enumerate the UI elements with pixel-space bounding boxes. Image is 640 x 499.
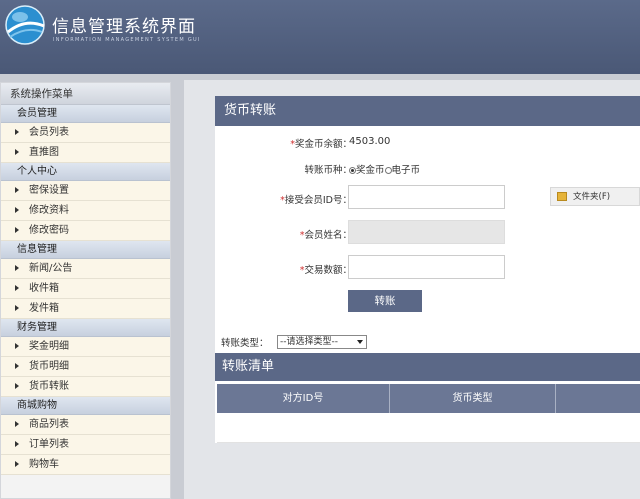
arrow-right-icon (15, 207, 19, 213)
amount-label: 交易数额： (304, 265, 352, 276)
arrow-right-icon (15, 265, 19, 271)
radio-e-coin[interactable] (384, 167, 392, 174)
panel-title: 货币转账 (215, 96, 640, 126)
app-subtitle: INFORMATION MANAGEMENT SYSTEM GUI (53, 37, 201, 43)
menu-item-inbox[interactable]: 收件箱 (1, 279, 170, 299)
transfer-list-table: 对方ID号 货币类型 (217, 384, 640, 413)
menu-item-order-list[interactable]: 订单列表 (1, 435, 170, 455)
radio-bonus-coin-label: 奖金币 (356, 165, 385, 176)
menu-group-info[interactable]: 信息管理 (1, 241, 170, 259)
radio-e-coin-label: 电子币 (391, 165, 421, 176)
menu-item-change-password[interactable]: 修改密码 (1, 221, 170, 241)
balance-label: 奖金币余额： (294, 139, 352, 150)
menu-item-currency-transfer[interactable]: 货币转账 (1, 377, 170, 397)
header-bar: 信息管理系统界面 INFORMATION MANAGEMENT SYSTEM G… (0, 0, 640, 74)
menu-item-referral-tree[interactable]: 直推图 (1, 143, 170, 163)
menu-item-news[interactable]: 新闻/公告 (1, 259, 170, 279)
arrow-right-icon (15, 363, 19, 369)
transfer-type-label: 转账类型： (221, 338, 269, 349)
transfer-submit-button[interactable]: 转账 (348, 290, 422, 312)
folder-button-label: 文件夹(F) (573, 192, 611, 202)
arrow-right-icon (15, 441, 19, 447)
sidebar: 系统操作菜单 会员管理 会员列表 直推图 个人中心 密保设置 修改资料 修改密码… (0, 82, 171, 499)
amount-input[interactable] (348, 255, 505, 279)
transfer-list-body (217, 413, 640, 443)
balance-value: 4503.00 (349, 136, 391, 147)
receiver-id-input[interactable] (348, 185, 505, 209)
list-title: 转账清单 (215, 353, 640, 381)
currency-label: 转账币种： (304, 165, 352, 176)
menu-item-cart[interactable]: 购物车 (1, 455, 170, 475)
transfer-panel: 货币转账 *奖金币余额： 4503.00 转账币种： 奖金币 电子币 *接受会员I… (215, 96, 640, 356)
column-header-counterparty-id: 对方ID号 (217, 384, 390, 413)
menu-item-security[interactable]: 密保设置 (1, 181, 170, 201)
receiver-label: 接受会员ID号： (284, 195, 352, 206)
arrow-right-icon (15, 227, 19, 233)
folder-icon (557, 192, 567, 201)
member-name-label: 会员姓名： (304, 230, 352, 241)
member-name-field (348, 220, 505, 244)
menu-item-currency-detail[interactable]: 货币明细 (1, 357, 170, 377)
folder-button[interactable]: 文件夹(F) (550, 187, 640, 206)
arrow-right-icon (15, 187, 19, 193)
arrow-right-icon (15, 383, 19, 389)
member-name-row: *会员姓名： (215, 220, 640, 244)
arrow-right-icon (15, 305, 19, 311)
arrow-right-icon (15, 421, 19, 427)
menu-item-bonus-detail[interactable]: 奖金明细 (1, 337, 170, 357)
main-content: 货币转账 *奖金币余额： 4503.00 转账币种： 奖金币 电子币 *接受会员I… (184, 80, 640, 499)
radio-bonus-coin[interactable] (349, 167, 356, 174)
transfer-type-filter: 转账类型： --请选择类型-- (221, 335, 367, 351)
currency-row: 转账币种： 奖金币 电子币 (215, 158, 640, 180)
column-header-currency-type: 货币类型 (390, 384, 556, 413)
globe-logo-icon (5, 5, 45, 45)
arrow-right-icon (15, 149, 19, 155)
arrow-right-icon (15, 343, 19, 349)
transfer-type-select[interactable]: --请选择类型-- (277, 335, 367, 349)
amount-row: *交易数额： (215, 255, 640, 279)
app-title: 信息管理系统界面 (52, 17, 196, 37)
menu-group-shop[interactable]: 商城购物 (1, 397, 170, 415)
chevron-down-icon (357, 340, 363, 344)
balance-row: *奖金币余额： 4503.00 (215, 132, 640, 154)
menu-item-product-list[interactable]: 商品列表 (1, 415, 170, 435)
transfer-list-panel: 转账清单 对方ID号 货币类型 (215, 353, 640, 443)
menu-group-finance[interactable]: 财务管理 (1, 319, 170, 337)
arrow-right-icon (15, 461, 19, 467)
menu-group-personal[interactable]: 个人中心 (1, 163, 170, 181)
sidebar-title: 系统操作菜单 (1, 83, 170, 105)
menu-item-outbox[interactable]: 发件箱 (1, 299, 170, 319)
column-header-extra (556, 384, 640, 413)
menu-item-edit-profile[interactable]: 修改资料 (1, 201, 170, 221)
arrow-right-icon (15, 129, 19, 135)
menu-item-member-list[interactable]: 会员列表 (1, 123, 170, 143)
menu-group-member[interactable]: 会员管理 (1, 105, 170, 123)
arrow-right-icon (15, 285, 19, 291)
